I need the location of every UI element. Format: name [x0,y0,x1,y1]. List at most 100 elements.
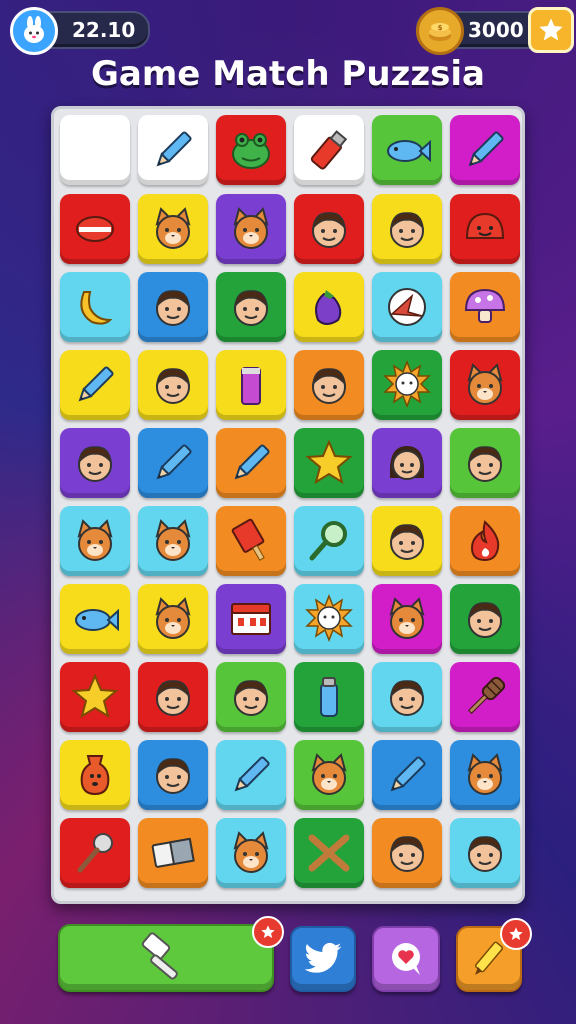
fish-icon [75,608,119,632]
tile-boy-face[interactable] [138,662,208,732]
tile-lighter[interactable] [294,115,364,185]
crossed-sticks-icon [308,834,350,872]
tile-honey-dipper[interactable] [450,662,520,732]
tile-boy-face[interactable] [372,818,442,888]
tile-sun-face[interactable] [294,584,364,654]
tile-flame[interactable] [450,506,520,576]
popsicle-icon [231,518,265,561]
vase-icon [80,755,110,796]
tile-boy-face[interactable] [138,350,208,420]
coins-value: 3000 [468,18,524,42]
star-plus-badge-icon [500,918,532,950]
bottle-icon [320,677,338,717]
star-icon[interactable] [528,7,574,53]
tile-pencil[interactable] [60,350,130,420]
tile-fish[interactable] [60,584,130,654]
tile-boy-face[interactable] [294,194,364,264]
tile-mushroom[interactable] [450,272,520,342]
boy-face-icon [155,758,191,794]
tile-boy-face[interactable] [216,662,286,732]
tile-cat-face[interactable] [450,350,520,420]
boy-face-icon [389,524,425,560]
svg-text:$: $ [438,24,443,32]
tile-cat-face[interactable] [138,194,208,264]
timer-pill: 22.10 [10,7,150,55]
girl-face-icon [390,446,424,480]
cat-face-icon [467,753,503,795]
chat-button[interactable] [372,926,440,992]
tile-pencil[interactable] [216,428,286,498]
mic-icon [77,833,113,873]
lighter-icon [310,130,348,170]
tile-fish[interactable] [372,115,442,185]
tile-crossed-sticks[interactable] [294,818,364,888]
tile-pencil[interactable] [372,740,442,810]
tile-pencil[interactable] [450,115,520,185]
tile-cat-face[interactable] [138,506,208,576]
tile-boy-face[interactable] [138,740,208,810]
tile-bird[interactable] [372,272,442,342]
tile-boy-face[interactable] [372,662,442,732]
tile-cat-face[interactable] [216,818,286,888]
tile-popsicle[interactable] [216,506,286,576]
tile-boy-face[interactable] [450,818,520,888]
tile-boy-face[interactable] [294,350,364,420]
tile-boy-face[interactable] [216,272,286,342]
pencil-icon [390,756,426,792]
twitter-button[interactable] [290,926,356,992]
tile-cat-face[interactable] [372,584,442,654]
cat-face-icon [311,753,347,795]
tile-glue[interactable] [216,350,286,420]
bottom-toolbar [0,916,576,1000]
tile-cat-face[interactable] [294,740,364,810]
star-icon [71,673,119,719]
tile-cat-face[interactable] [216,194,286,264]
tile-banana[interactable] [60,272,130,342]
game-title: Game Match Puzzsia [91,54,485,94]
pencil-icon [78,366,114,402]
tile-star[interactable] [294,428,364,498]
tile-boy-face[interactable] [450,584,520,654]
tile-boy-face[interactable] [138,272,208,342]
tile-cat-face[interactable] [450,740,520,810]
tile-cat-face[interactable] [138,584,208,654]
boy-face-icon [155,680,191,716]
tile-pencil[interactable] [138,428,208,498]
tile-eraser[interactable] [138,818,208,888]
tile-sun-face[interactable] [372,350,442,420]
flame-icon [470,520,500,562]
bunny-avatar-icon[interactable] [10,7,58,55]
tile-boy-face[interactable] [372,506,442,576]
tile-cat-face[interactable] [60,506,130,576]
tile-pencil[interactable] [138,115,208,185]
boy-face-icon [311,368,347,404]
tile-blob[interactable] [450,194,520,264]
pencil-button[interactable] [456,918,532,992]
coin-stack-icon: $ [416,7,464,55]
pencil-icon [234,444,270,480]
tile-girl-face[interactable] [372,428,442,498]
timer-value: 22.10 [72,18,136,42]
tile-eggplant[interactable] [294,272,364,342]
tile-vase[interactable] [60,740,130,810]
tile-boy-face[interactable] [372,194,442,264]
tile-box[interactable] [216,584,286,654]
hammer-icon [141,932,178,980]
tile-pencil[interactable] [216,740,286,810]
tile-boy-face[interactable] [450,428,520,498]
tile-magnifier[interactable] [294,506,364,576]
cat-face-icon [155,207,191,249]
cat-face-icon [389,597,425,639]
tile-blank[interactable] [60,115,130,185]
hammer-button[interactable] [58,916,284,992]
boy-face-icon [155,290,191,326]
eraser-icon [151,837,195,868]
puzzle-board [51,106,525,904]
tile-boy-face[interactable] [60,428,130,498]
tile-mic[interactable] [60,818,130,888]
tile-frog[interactable] [216,115,286,185]
tile-star[interactable] [60,662,130,732]
tile-bottle[interactable] [294,662,364,732]
tile-lips[interactable] [60,194,130,264]
twitter-icon [304,942,342,973]
